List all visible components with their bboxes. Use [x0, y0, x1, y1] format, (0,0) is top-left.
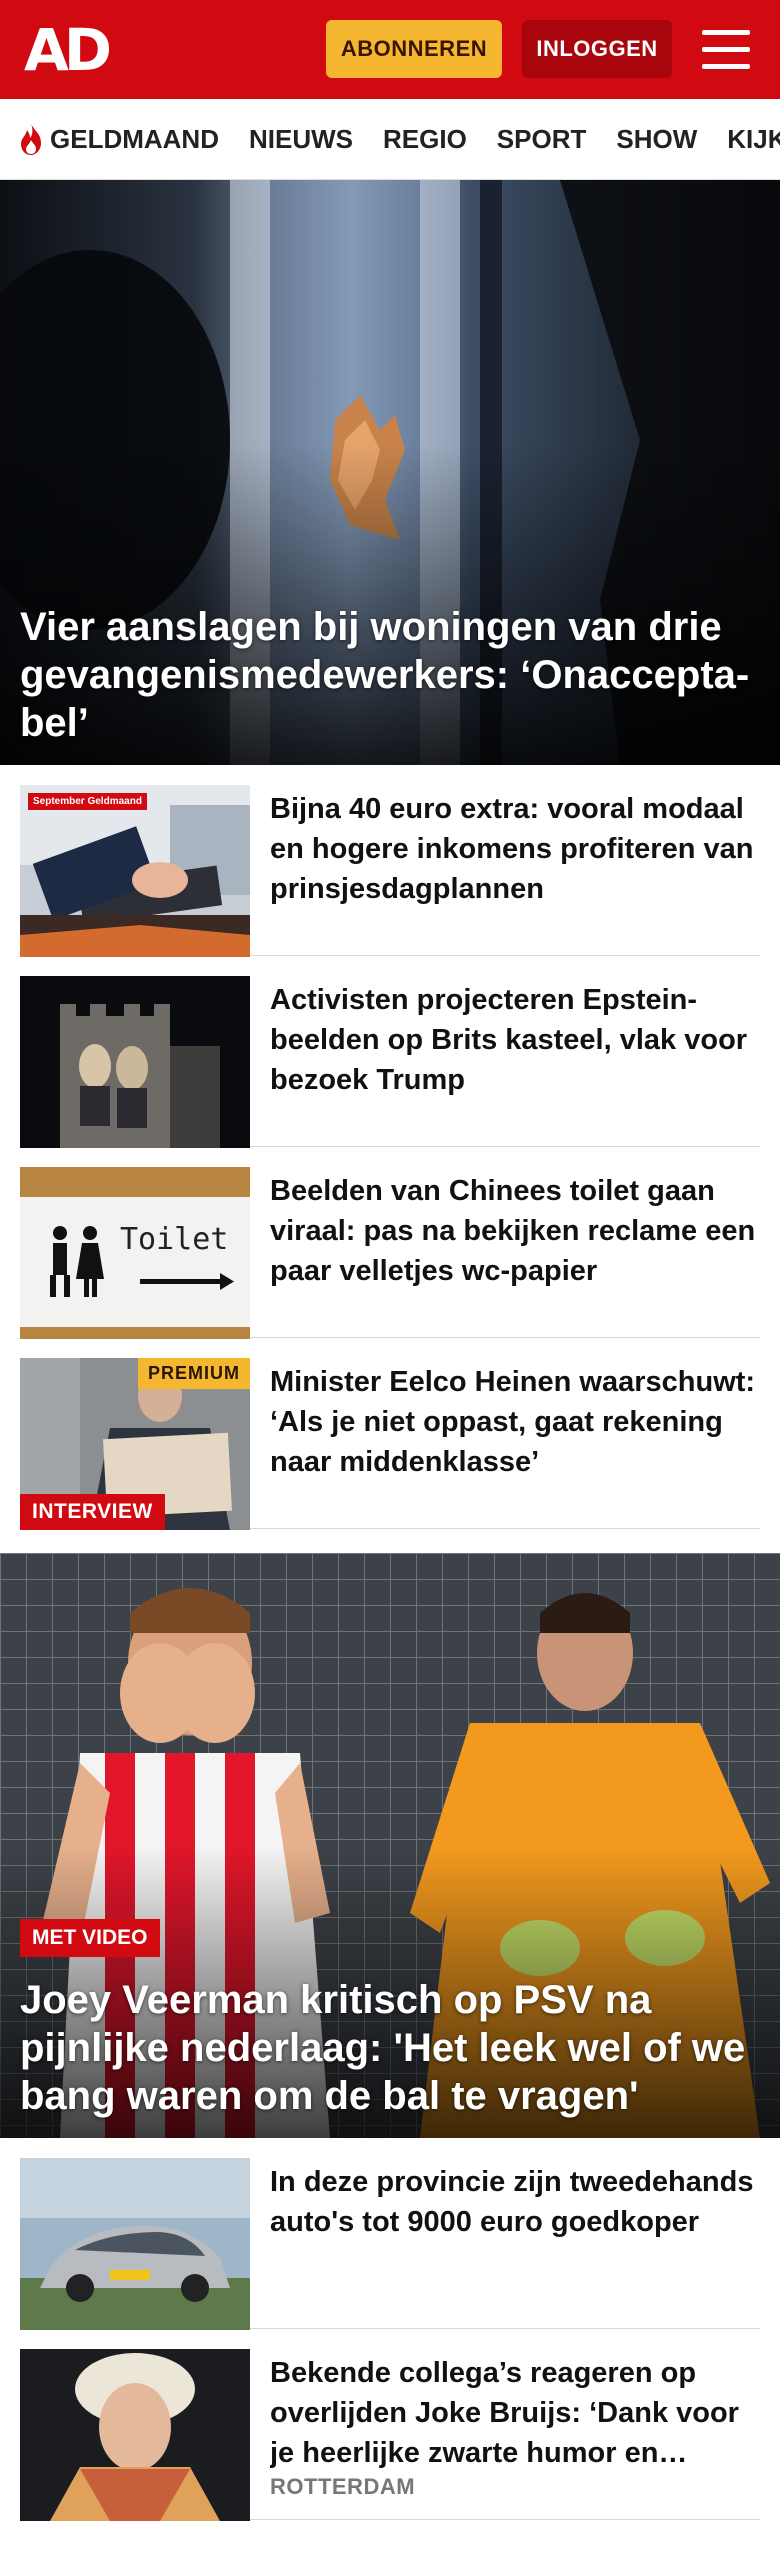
article-title: Minister Eelco Heinen waarschuwt: ‘Als j…: [270, 1366, 756, 1478]
list-item[interactable]: Activisten projecteren Epstein­beelden o…: [20, 956, 760, 1148]
article-thumbnail: [20, 2349, 250, 2521]
nav-item-label: GELDMAAND: [50, 123, 219, 154]
toilet-sign-text: Toilet: [120, 1222, 228, 1257]
list-item[interactable]: In deze provincie zijn tweede­hands auto…: [20, 2138, 760, 2330]
hero-article-1[interactable]: Vier aanslagen bij woningen van drie gev…: [0, 180, 780, 765]
hero-headline: Vier aanslagen bij woningen van drie gev…: [20, 605, 750, 745]
article-title: Beelden van Chinees toilet gaan viraal: …: [270, 1175, 756, 1287]
main-navigation: GELDMAAND NIEUWS REGIO SPORT SHOW KIJK: [0, 99, 780, 180]
geldmaand-thumb-logo: September Geldmaand: [28, 793, 147, 810]
article-location-label: ROTTERDAM: [270, 2474, 416, 2499]
list-item[interactable]: Bekende collega’s reageren op overlijden…: [20, 2329, 760, 2521]
premium-badge: PREMIUM: [138, 1358, 250, 1389]
article-title: Bekende collega’s reageren op overlijden…: [270, 2357, 739, 2469]
nav-item-regio[interactable]: REGIO: [383, 124, 467, 155]
hero-headline: Joey Veerman kritisch op PSV na pijnlijk…: [20, 1978, 746, 2118]
nav-item-show[interactable]: SHOW: [616, 124, 697, 155]
login-button[interactable]: INLOGGEN: [522, 20, 672, 78]
list-item[interactable]: PREMIUM INTERVIEW Minister Eelco Heinen …: [20, 1338, 760, 1530]
article-title: Activisten projecteren Epstein­beelden o…: [270, 984, 748, 1096]
list-item[interactable]: September Geldmaand Bijna 40 euro extra:…: [20, 765, 760, 957]
nav-item-nieuws[interactable]: NIEUWS: [249, 124, 353, 155]
article-thumbnail: PREMIUM INTERVIEW: [20, 1358, 250, 1530]
article-title: Bijna 40 euro extra: vooral modaal en ho…: [270, 793, 754, 905]
article-thumbnail: [20, 976, 250, 1148]
video-badge: MET VIDEO: [20, 1919, 160, 1957]
flame-icon: [21, 123, 41, 155]
site-logo[interactable]: AD: [24, 20, 120, 80]
article-thumbnail: Toilet: [20, 1167, 250, 1339]
article-thumbnail: [20, 2158, 250, 2330]
hero-article-2[interactable]: MET VIDEO Joey Veerman kritisch op PSV n…: [0, 1553, 780, 2138]
nav-item-kijk[interactable]: KIJK: [727, 124, 780, 155]
interview-label: INTERVIEW: [20, 1494, 165, 1530]
subscribe-button[interactable]: ABONNEREN: [326, 20, 502, 78]
article-thumbnail: September Geldmaand: [20, 785, 250, 957]
top-bar: AD ABONNEREN INLOGGEN: [0, 0, 780, 99]
nav-item-sport[interactable]: SPORT: [497, 124, 587, 155]
article-title: In deze provincie zijn tweede­hands auto…: [270, 2166, 754, 2238]
hamburger-menu-icon[interactable]: [698, 26, 754, 74]
nav-item-geldmaand[interactable]: GELDMAAND: [16, 121, 219, 157]
list-item[interactable]: Toilet Beelden van Chinees toilet gaan v…: [20, 1147, 760, 1339]
